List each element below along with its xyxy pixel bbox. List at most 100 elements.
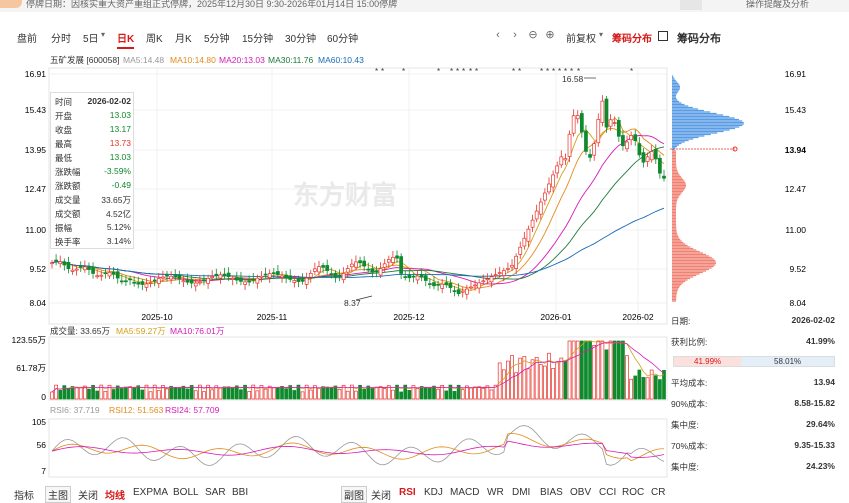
indicator-sar[interactable]: SAR — [205, 487, 226, 498]
volume-tick: 61.78万 — [16, 363, 46, 373]
chip-tick: 12.47 — [785, 184, 807, 194]
candle-body — [119, 280, 124, 283]
candle-body — [173, 275, 178, 278]
candle-body — [436, 283, 440, 286]
volume-bar — [103, 390, 108, 400]
candle-body — [575, 115, 580, 120]
notice-right-link[interactable]: 操作提醒及分析 — [746, 0, 809, 9]
tooltip-row: 成交额 4.52亿 — [55, 209, 131, 219]
indicator-expma[interactable]: EXPMA — [133, 487, 168, 498]
indicator-cci[interactable]: CCI — [599, 487, 616, 498]
indicator-dmi[interactable]: DMI — [512, 487, 530, 498]
chevron-down-icon[interactable]: ▾ — [595, 29, 607, 41]
volume-bars — [50, 340, 666, 400]
event-marker: * — [512, 67, 515, 76]
volume-bar — [276, 386, 280, 400]
chip-distribution-button[interactable]: 筹码分布 — [612, 30, 652, 45]
indicator-cr[interactable]: CR — [651, 487, 665, 498]
indicator-obv[interactable]: OBV — [570, 487, 591, 498]
candle-body — [580, 113, 584, 133]
candle-body — [645, 156, 650, 162]
candle-body — [337, 274, 342, 277]
candle-body — [460, 290, 465, 293]
event-marker: * — [552, 67, 555, 76]
candle-body — [658, 157, 662, 174]
candle-body — [255, 277, 260, 284]
volume-bar — [263, 388, 268, 400]
candle-body — [329, 273, 334, 276]
volume-bar — [481, 387, 486, 400]
candle-body — [292, 280, 297, 283]
tab-monthly-k[interactable]: 月K — [175, 30, 192, 45]
tab-60min[interactable]: 60分钟 — [327, 30, 358, 45]
zoom-in-icon[interactable]: ⊕ — [544, 29, 556, 41]
candle-body — [251, 278, 256, 281]
indicator-bbi[interactable]: BBI — [232, 487, 248, 498]
candle-body — [156, 278, 161, 284]
candle-body — [349, 263, 354, 268]
tab-weekly-k[interactable]: 周K — [146, 30, 163, 45]
candle-body — [543, 192, 547, 201]
volume-bar — [370, 387, 375, 400]
watermark: 东方财富 — [293, 180, 397, 210]
volume-bar — [592, 344, 597, 400]
candle-body — [128, 278, 132, 281]
volume-bar — [555, 362, 560, 400]
indicator-bias[interactable]: BIAS — [540, 487, 563, 498]
candle-body — [584, 130, 588, 152]
indicator-kdj[interactable]: KDJ — [424, 487, 443, 498]
candle-body — [62, 261, 67, 266]
volume-bar — [193, 390, 198, 400]
adjust-dropdown[interactable]: 前复权 — [566, 30, 596, 45]
chevron-down-icon[interactable]: ▾ — [97, 29, 109, 41]
volume-bar — [354, 390, 358, 400]
volume-bar — [432, 385, 436, 400]
candle-body — [395, 255, 399, 259]
candle-body — [136, 282, 141, 285]
main-chart-toggle[interactable]: 主图 — [45, 486, 71, 503]
tooltip-row: 最低 13.03 — [55, 152, 131, 163]
indicator-wr[interactable]: WR — [487, 487, 504, 498]
candle-body — [66, 262, 71, 270]
candle-body — [538, 201, 543, 215]
indicator-macd[interactable]: MACD — [450, 487, 479, 498]
volume-tick: 123.55万 — [12, 335, 47, 345]
tab-30min[interactable]: 30分钟 — [285, 30, 316, 45]
event-marker: * — [518, 67, 521, 76]
volume-bar — [621, 340, 625, 400]
event-marker: * — [456, 67, 459, 76]
volume-bar — [74, 386, 79, 400]
rsi-tick: 105 — [32, 417, 46, 427]
prev-icon[interactable]: ‹ — [492, 29, 504, 41]
ma-line — [51, 146, 665, 281]
sub-chart-toggle[interactable]: 副图 — [341, 486, 367, 503]
indicator-roc[interactable]: ROC — [622, 487, 644, 498]
event-marker: * — [375, 67, 378, 76]
candle-body — [415, 275, 420, 281]
candle-body — [588, 154, 592, 158]
indicator-boll[interactable]: BOLL — [173, 487, 199, 498]
zoom-out-icon[interactable]: ⊖ — [527, 29, 539, 41]
candle-body — [300, 279, 305, 282]
volume-bar — [460, 389, 465, 400]
event-marker: * — [462, 67, 465, 76]
volume-bar — [378, 386, 383, 400]
next-icon[interactable]: › — [509, 29, 521, 41]
tab-15min[interactable]: 15分钟 — [242, 30, 273, 45]
candle-body — [198, 281, 202, 284]
tab-intraday[interactable]: 分时 — [51, 30, 71, 45]
chip-70-row: 70%成本: 9.35-15.33 — [671, 440, 835, 451]
profit-ratio-bar: 41.99% 58.01% — [673, 356, 835, 367]
fullscreen-icon[interactable] — [658, 31, 668, 41]
volume-bar — [629, 378, 633, 400]
volume-bar — [132, 388, 136, 400]
volume-bar — [156, 390, 161, 400]
candle-body — [563, 158, 568, 161]
tab-5min[interactable]: 5分钟 — [204, 30, 230, 45]
tab-premarket[interactable]: 盘前 — [17, 30, 37, 45]
candle-body — [518, 246, 523, 255]
chip-profit-row: 获利比例: 41.99% — [671, 336, 835, 347]
indicator-rsi[interactable]: RSI — [399, 487, 416, 498]
tab-daily-k[interactable]: 日K — [117, 30, 135, 49]
price-tick: 12.47 — [25, 184, 47, 194]
